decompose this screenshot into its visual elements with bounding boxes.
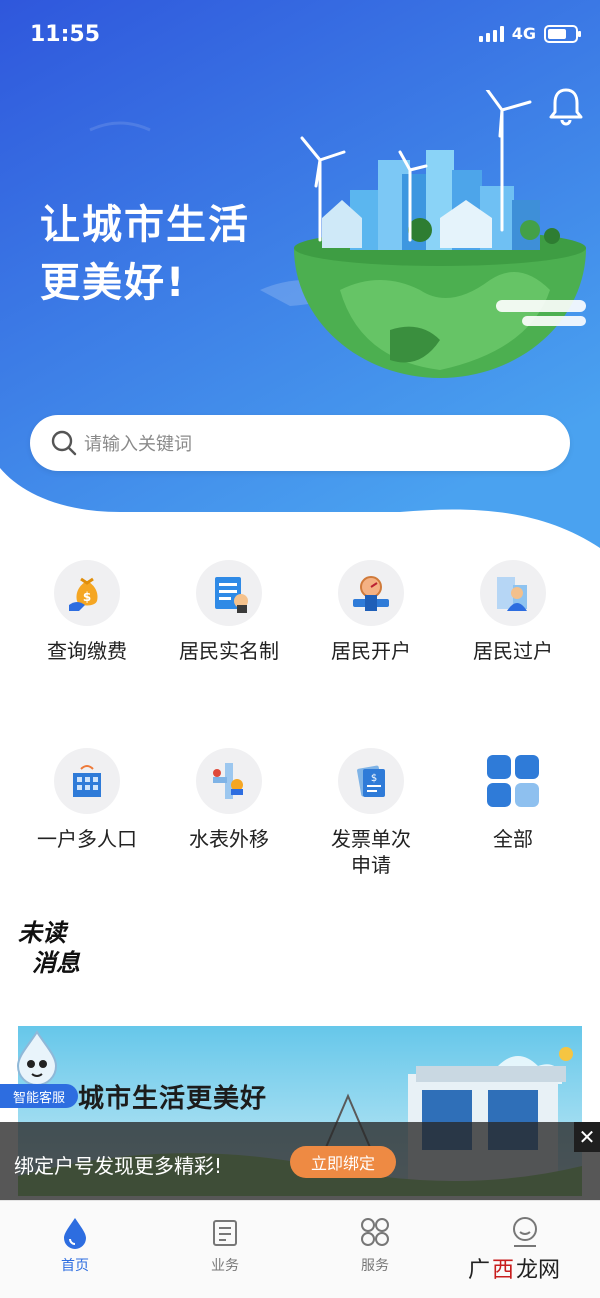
unread-line-2: 消息 (32, 949, 80, 977)
bind-prompt-text: 绑定户号发现更多精彩! (14, 1154, 223, 1178)
network-label: 4G (511, 24, 536, 43)
status-bar: 11:55 4G (0, 0, 600, 70)
circle-bg: $ (338, 748, 404, 814)
invoice-icon: $ (357, 765, 385, 797)
service-open-account[interactable]: 居民开户 (300, 560, 442, 664)
apps-icon (361, 1218, 389, 1246)
pipe-meter-icon (213, 763, 243, 799)
svg-text:$: $ (83, 590, 91, 604)
tab-services[interactable]: 服务 (300, 1201, 450, 1298)
service-label: 居民过户 (473, 639, 553, 663)
service-label: 查询缴费 (47, 639, 127, 663)
bind-account-bar: 绑定户号发现更多精彩! 立即绑定 (0, 1122, 600, 1200)
tab-label: 首页 (61, 1258, 89, 1274)
site-watermark: 广 西 龙网 (468, 1252, 560, 1284)
hero-slogan: 让城市生活 更美好! (40, 196, 250, 312)
circle-bg (480, 748, 546, 814)
watermark-part-2: 西 (492, 1258, 515, 1283)
person-building-icon (497, 577, 527, 611)
tab-label: 业务 (211, 1258, 239, 1274)
user-icon (513, 1217, 537, 1247)
status-time: 11:55 (30, 22, 101, 47)
banner-text: 城市生活更美好 (78, 1084, 268, 1114)
service-label: 一户多人口 (37, 827, 137, 851)
status-indicators: 4G (478, 24, 581, 43)
battery-icon (544, 24, 581, 43)
unread-line-1: 未读 (18, 919, 66, 947)
service-real-name[interactable]: 居民实名制 (158, 560, 300, 664)
circle-bg (480, 560, 546, 626)
water-drop-mascot-icon[interactable] (12, 1030, 62, 1086)
search-icon (51, 430, 77, 456)
unread-messages-title[interactable]: 未读 消息 (18, 918, 80, 978)
circle-bg: $ (54, 560, 120, 626)
bind-now-button[interactable]: 立即绑定 (290, 1146, 396, 1178)
service-query-payment[interactable]: $ 查询缴费 (16, 560, 158, 664)
tab-label: 服务 (361, 1258, 389, 1274)
water-drop-icon (64, 1218, 86, 1249)
close-icon[interactable]: ✕ (574, 1122, 600, 1152)
service-label: 发票单次 申请 (331, 827, 411, 877)
service-transfer[interactable]: 居民过户 (442, 560, 584, 664)
tab-home[interactable]: 首页 (0, 1201, 150, 1298)
signal-icon (478, 25, 504, 42)
watermark-part-3: 龙网 (516, 1258, 561, 1283)
search-bar[interactable]: 请输入关键词 (30, 415, 570, 471)
service-label: 居民开户 (331, 639, 411, 663)
slogan-line-1: 让城市生活 (40, 202, 250, 248)
service-label: 居民实名制 (179, 639, 279, 663)
hero-section: 11:55 4G 让城市生活 更美好! 请输入关键词 (0, 0, 600, 560)
service-label: 全部 (493, 827, 533, 851)
service-meter-relocation[interactable]: 水表外移 (158, 748, 300, 878)
document-icon (213, 1220, 237, 1246)
slogan-line-2: 更美好! (40, 260, 187, 306)
green-city-globe-illustration (294, 90, 586, 378)
grid-icon (487, 755, 539, 807)
watermark-part-1: 广 (468, 1258, 491, 1283)
water-meter-icon (353, 576, 389, 611)
search-placeholder: 请输入关键词 (84, 434, 192, 455)
circle-bg (54, 748, 120, 814)
circle-bg (196, 560, 262, 626)
circle-bg (196, 748, 262, 814)
service-label: 水表外移 (189, 827, 269, 851)
tab-business[interactable]: 业务 (150, 1201, 300, 1298)
building-icon (73, 765, 101, 797)
service-multi-person[interactable]: 一户多人口 (16, 748, 158, 878)
service-grid-row-2: 一户多人口 水表外移 $ 发票单次 申请 全部 (0, 748, 600, 878)
id-card-icon (215, 577, 248, 613)
circle-bg (338, 560, 404, 626)
service-all[interactable]: 全部 (442, 748, 584, 878)
svg-text:$: $ (371, 773, 377, 784)
money-bag-icon: $ (69, 577, 98, 611)
service-grid-row-1: $ 查询缴费 居民实名制 居民开户 居民过户 (0, 560, 600, 664)
smart-customer-service-button[interactable]: 智能客服 (0, 1084, 78, 1108)
service-invoice-request[interactable]: $ 发票单次 申请 (300, 748, 442, 878)
